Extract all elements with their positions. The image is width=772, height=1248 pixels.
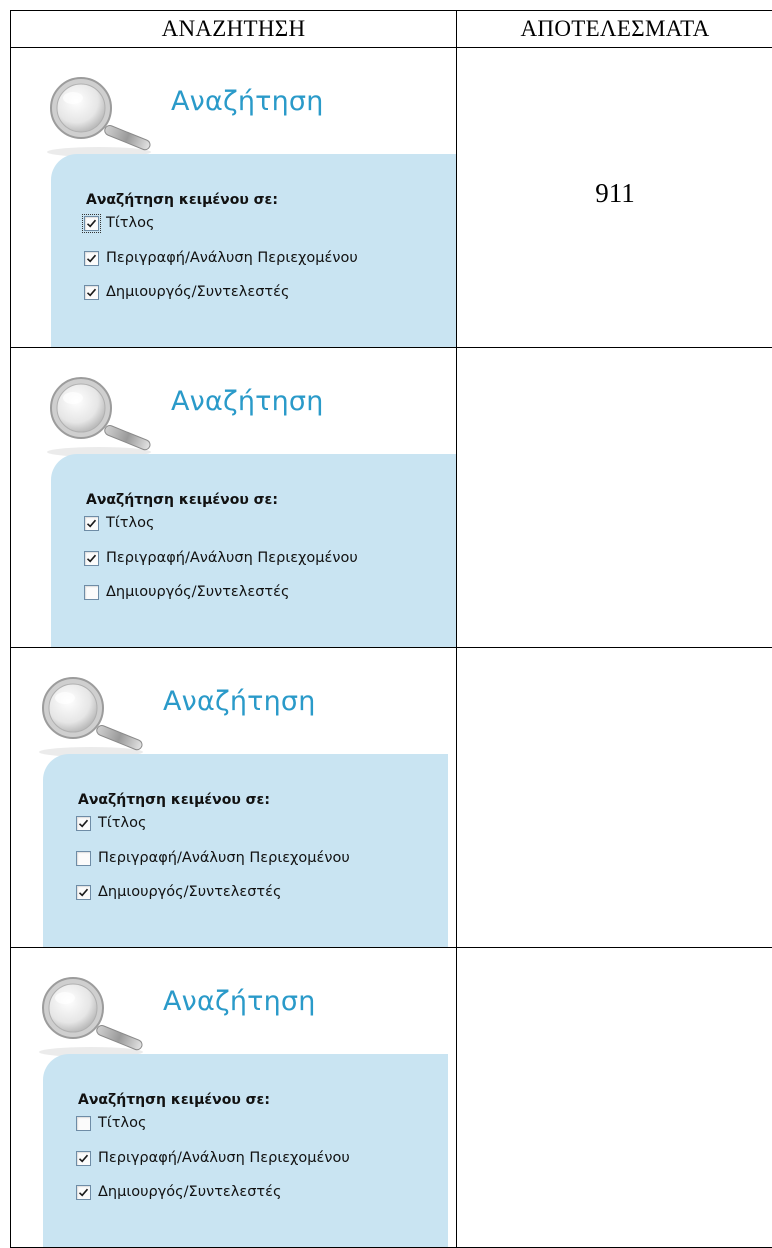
magnifier-icon	[39, 68, 159, 158]
search-heading: Αναζήτηση	[171, 386, 324, 417]
search-screenshot-cell: Αναζήτηση Αναζήτηση κειμένου σε: Τίτλος …	[11, 348, 457, 648]
option-description[interactable]: Περιγραφή/Ανάλυση Περιεχομένου	[84, 550, 358, 566]
checkbox-creator[interactable]	[84, 285, 99, 300]
checkbox-title[interactable]	[84, 216, 99, 231]
checkbox-creator[interactable]	[84, 585, 99, 600]
option-creator-label: Δημιουργός/Συντελεστές	[98, 1184, 281, 1200]
option-description-label: Περιγραφή/Ανάλυση Περιεχομένου	[98, 850, 350, 866]
search-screenshot-cell: Αναζήτηση Αναζήτηση κειμένου σε: Τίτλος …	[11, 48, 457, 348]
checkmark-icon	[86, 553, 97, 564]
option-title[interactable]: Τίτλος	[76, 1115, 146, 1131]
checkmark-icon	[86, 218, 97, 229]
option-description[interactable]: Περιγραφή/Ανάλυση Περιεχομένου	[84, 250, 358, 266]
checkbox-creator[interactable]	[76, 1185, 91, 1200]
result-cell: 911	[457, 48, 772, 348]
magnifier-icon	[31, 668, 151, 758]
checkmark-icon	[78, 1153, 89, 1164]
option-creator[interactable]: Δημιουργός/Συντελεστές	[76, 884, 281, 900]
checkmark-icon	[78, 818, 89, 829]
checkbox-description[interactable]	[76, 851, 91, 866]
option-description[interactable]: Περιγραφή/Ανάλυση Περιεχομένου	[76, 1150, 350, 1166]
table-row: Αναζήτηση Αναζήτηση κειμένου σε: Τίτλος …	[11, 948, 772, 1248]
option-creator[interactable]: Δημιουργός/Συντελεστές	[84, 284, 289, 300]
result-cell	[457, 948, 772, 1248]
search-form-screenshot: Αναζήτηση Αναζήτηση κειμένου σε: Τίτλος …	[11, 648, 449, 947]
option-title[interactable]: Τίτλος	[84, 215, 154, 231]
option-description-label: Περιγραφή/Ανάλυση Περιεχομένου	[106, 250, 358, 266]
option-title-label: Τίτλος	[98, 815, 146, 831]
search-options-panel: Αναζήτηση κειμένου σε: Τίτλος Περιγραφή/…	[43, 1054, 448, 1247]
checkbox-title[interactable]	[76, 816, 91, 831]
checkmark-icon	[86, 518, 97, 529]
panel-title: Αναζήτηση κειμένου σε:	[86, 492, 278, 508]
search-options-panel: Αναζήτηση κειμένου σε: Τίτλος Περιγραφή/…	[51, 154, 456, 347]
checkmark-icon	[78, 1187, 89, 1198]
checkbox-title[interactable]	[84, 516, 99, 531]
checkmark-icon	[86, 253, 97, 264]
search-form-screenshot: Αναζήτηση Αναζήτηση κειμένου σε: Τίτλος …	[11, 348, 456, 647]
panel-title: Αναζήτηση κειμένου σε:	[86, 192, 278, 208]
checkmark-icon	[86, 287, 97, 298]
option-description-label: Περιγραφή/Ανάλυση Περιεχομένου	[98, 1150, 350, 1166]
header-results: ΑΠΟΤΕΛΕΣΜΑΤΑ	[457, 11, 772, 48]
option-creator[interactable]: Δημιουργός/Συντελεστές	[84, 584, 289, 600]
header-row: ΑΝΑΖΗΤΗΣΗ ΑΠΟΤΕΛΕΣΜΑΤΑ	[11, 11, 772, 48]
checkbox-description[interactable]	[84, 551, 99, 566]
result-cell	[457, 348, 772, 648]
search-options-panel: Αναζήτηση κειμένου σε: Τίτλος Περιγραφή/…	[43, 754, 448, 947]
panel-title: Αναζήτηση κειμένου σε:	[78, 792, 270, 808]
magnifier-icon	[39, 368, 159, 458]
option-creator-label: Δημιουργός/Συντελεστές	[98, 884, 281, 900]
result-value: 911	[457, 178, 772, 209]
option-title[interactable]: Τίτλος	[84, 515, 154, 531]
panel-title: Αναζήτηση κειμένου σε:	[78, 1092, 270, 1108]
option-title-label: Τίτλος	[106, 215, 154, 231]
search-heading: Αναζήτηση	[163, 686, 316, 717]
search-screenshot-cell: Αναζήτηση Αναζήτηση κειμένου σε: Τίτλος …	[11, 948, 457, 1248]
search-form-screenshot: Αναζήτηση Αναζήτηση κειμένου σε: Τίτλος …	[11, 948, 449, 1247]
option-creator-label: Δημιουργός/Συντελεστές	[106, 584, 289, 600]
table-row: Αναζήτηση Αναζήτηση κειμένου σε: Τίτλος …	[11, 348, 772, 648]
option-creator[interactable]: Δημιουργός/Συντελεστές	[76, 1184, 281, 1200]
checkbox-description[interactable]	[84, 251, 99, 266]
option-title-label: Τίτλος	[106, 515, 154, 531]
result-cell	[457, 648, 772, 948]
table-row: Αναζήτηση Αναζήτηση κειμένου σε: Τίτλος …	[11, 648, 772, 948]
search-screenshot-cell: Αναζήτηση Αναζήτηση κειμένου σε: Τίτλος …	[11, 648, 457, 948]
search-heading: Αναζήτηση	[163, 986, 316, 1017]
option-description-label: Περιγραφή/Ανάλυση Περιεχομένου	[106, 550, 358, 566]
checkmark-icon	[78, 887, 89, 898]
search-options-panel: Αναζήτηση κειμένου σε: Τίτλος Περιγραφή/…	[51, 454, 456, 647]
checkbox-description[interactable]	[76, 1151, 91, 1166]
results-table: ΑΝΑΖΗΤΗΣΗ ΑΠΟΤΕΛΕΣΜΑΤΑ	[10, 10, 772, 1248]
header-search: ΑΝΑΖΗΤΗΣΗ	[11, 11, 457, 48]
option-title-label: Τίτλος	[98, 1115, 146, 1131]
magnifier-icon	[31, 968, 151, 1058]
search-form-screenshot: Αναζήτηση Αναζήτηση κειμένου σε: Τίτλος …	[11, 48, 456, 347]
option-title[interactable]: Τίτλος	[76, 815, 146, 831]
option-description[interactable]: Περιγραφή/Ανάλυση Περιεχομένου	[76, 850, 350, 866]
table-row: Αναζήτηση Αναζήτηση κειμένου σε: Τίτλος …	[11, 48, 772, 348]
search-heading: Αναζήτηση	[171, 86, 324, 117]
checkbox-title[interactable]	[76, 1116, 91, 1131]
checkbox-creator[interactable]	[76, 885, 91, 900]
option-creator-label: Δημιουργός/Συντελεστές	[106, 284, 289, 300]
